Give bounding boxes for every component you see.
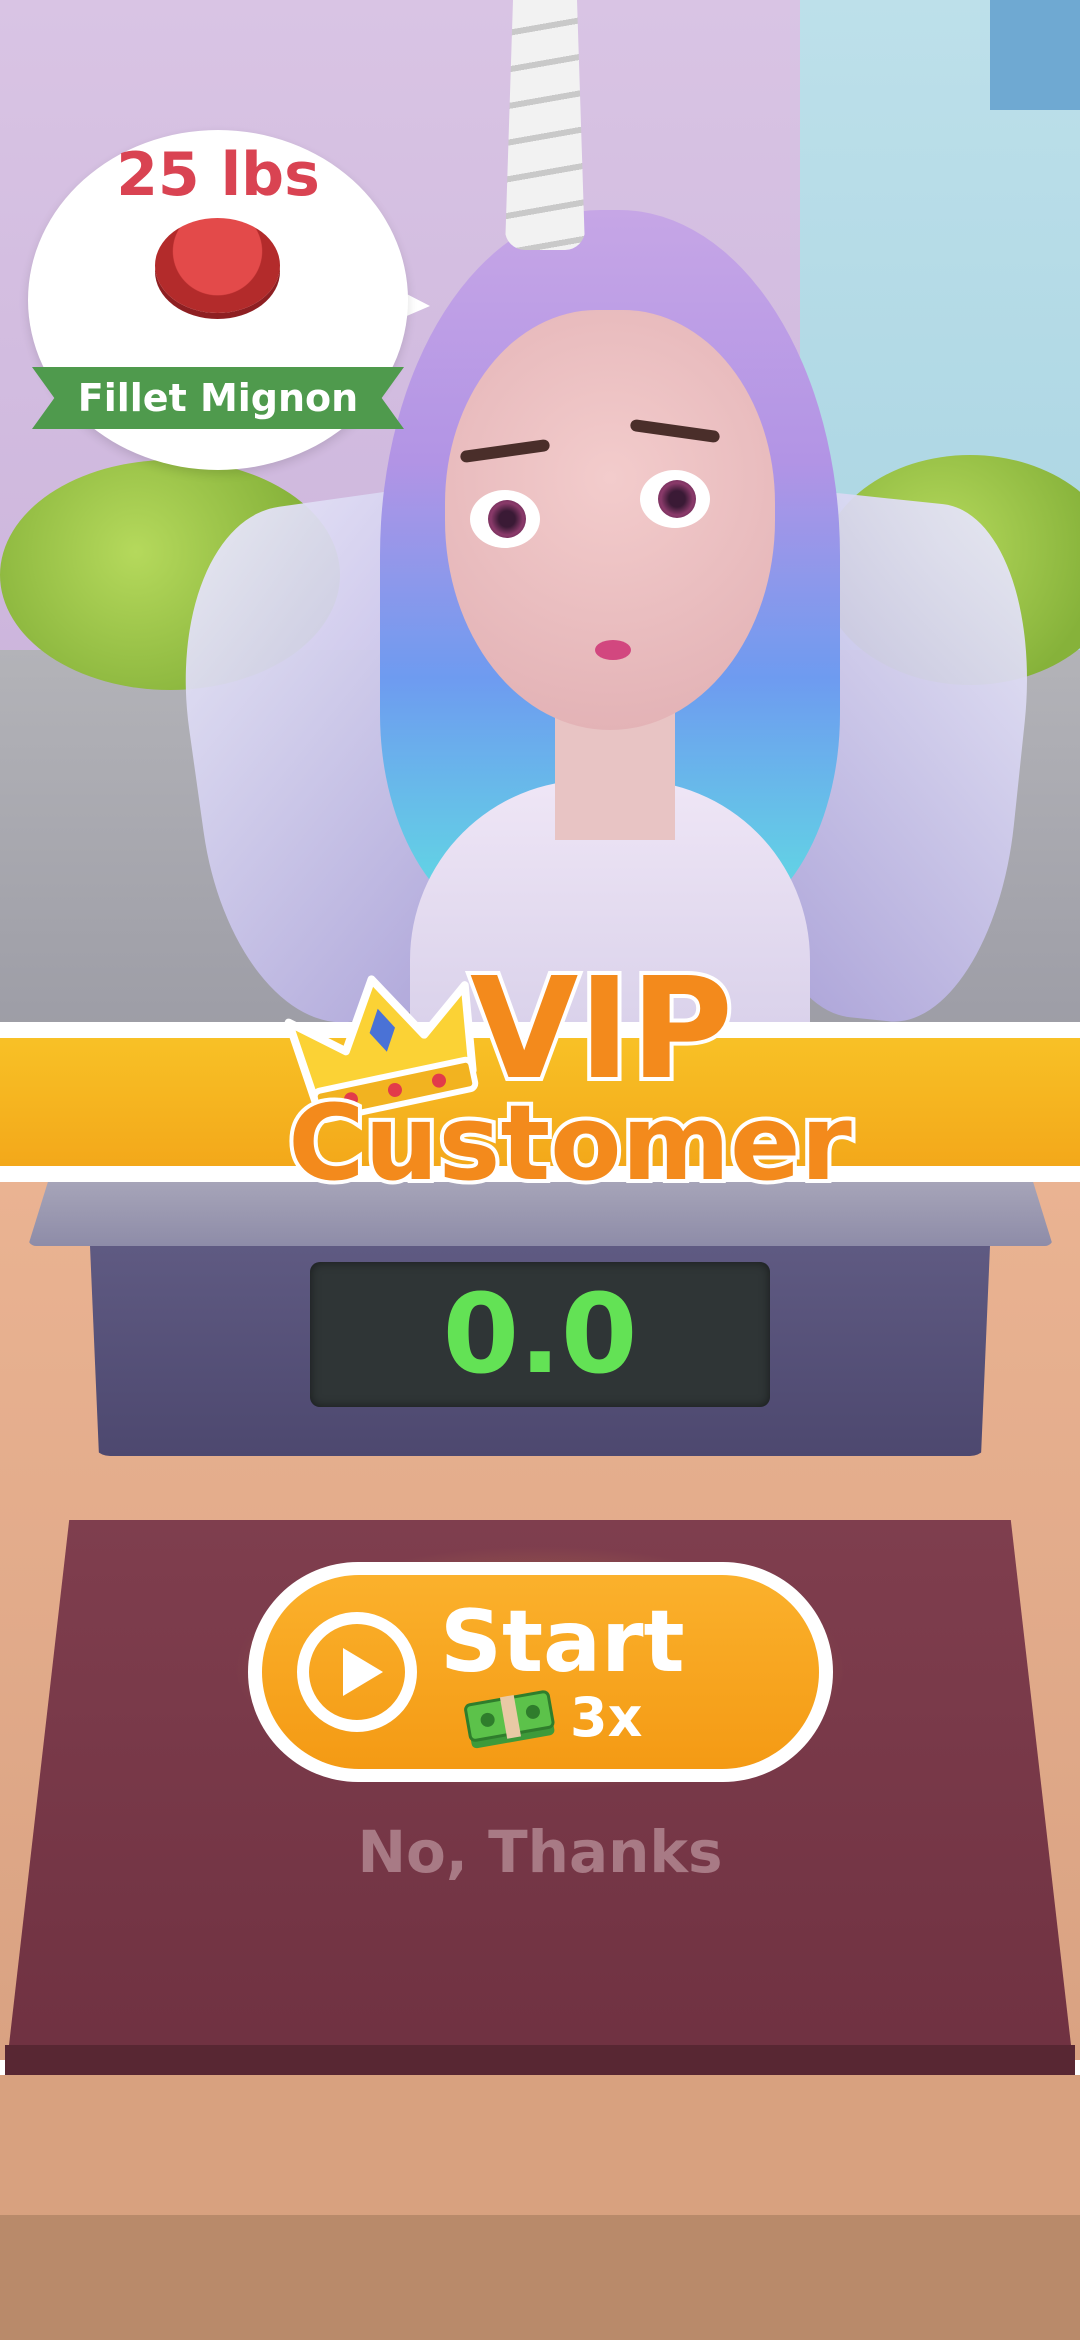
vip-title: VIP (466, 948, 737, 1111)
steak-icon (155, 218, 280, 313)
customer-title: Customer (284, 1082, 856, 1204)
play-icon[interactable] (295, 1610, 419, 1734)
scale-readout: 0.0 (442, 1270, 638, 1398)
counter-mat-edge (5, 2045, 1075, 2075)
character-mouth (595, 640, 631, 660)
order-item-name: Fillet Mignon (77, 376, 359, 420)
unicorn-horn (505, 0, 585, 250)
start-label[interactable]: Start (440, 1592, 740, 1692)
game-screen: 25 lbs Fillet Mignon 0.0 VIP Customer St… (0, 0, 1080, 2340)
character-eye-left (470, 490, 540, 548)
floor-bottom (0, 2215, 1080, 2340)
floor-front (0, 2075, 1080, 2220)
character-eye-right (640, 470, 710, 528)
cash-icon (464, 1690, 555, 1749)
no-thanks-button[interactable]: No, Thanks (290, 1818, 790, 1886)
reward-multiplier: 3x (570, 1686, 643, 1749)
order-weight: 25 lbs (116, 140, 320, 210)
background-window (990, 0, 1080, 110)
